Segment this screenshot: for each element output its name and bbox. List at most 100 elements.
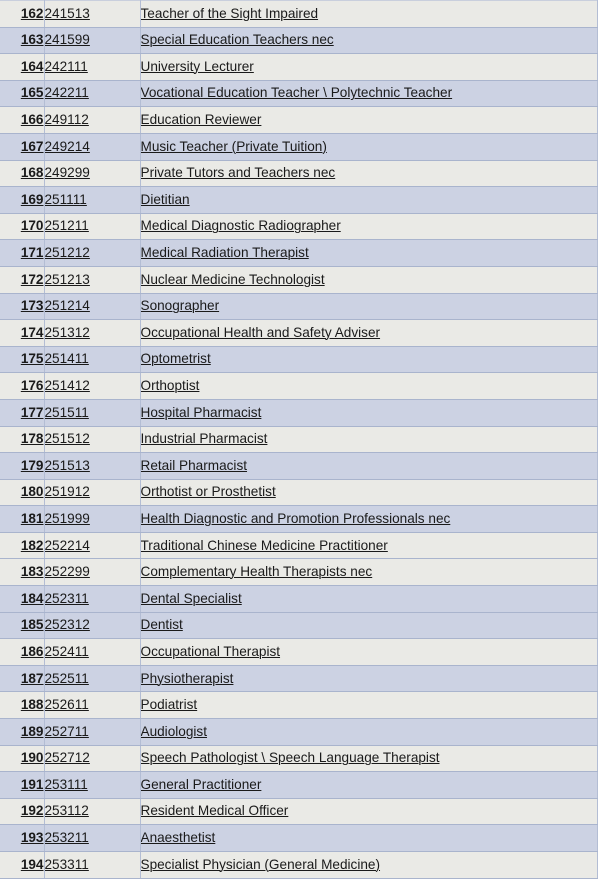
occupation-title-value: Orthotist or Prosthetist (140, 484, 276, 500)
occupation-code-cell: 251312 (44, 319, 141, 347)
table-row[interactable]: 175 251411 Optometrist (0, 346, 598, 374)
occupation-title-cell: Audiologist (140, 718, 598, 746)
occupation-code-cell: 251212 (44, 239, 141, 267)
table-row[interactable]: 183 252299 Complementary Health Therapists… (0, 558, 598, 587)
table-row[interactable]: 168 249299 Private Tutors and Teachers nec (0, 160, 598, 188)
occupation-title-value: Podiatrist (140, 697, 198, 713)
table-row[interactable]: 189 252711 Audiologist (0, 718, 598, 746)
table-row[interactable]: 163 241599 Special Education Teachers nec (0, 27, 598, 55)
occupation-title-cell: Vocational Education Teacher \ Polytechn… (140, 80, 598, 108)
row-index-cell: 172 (0, 266, 45, 294)
occupation-code-cell: 252711 (44, 718, 141, 746)
row-index-value: 188 (20, 697, 44, 713)
occupation-title-cell: Complementary Health Therapists nec (140, 558, 598, 587)
table-row[interactable]: 176 251412 Orthoptist (0, 372, 598, 400)
table-row[interactable]: 178 251512 Industrial Pharmacist (0, 426, 598, 454)
row-index-value: 187 (20, 670, 44, 686)
table-row[interactable]: 167 249214 Music Teacher (Private Tuition) (0, 133, 598, 161)
row-index-cell: 189 (0, 718, 45, 746)
occupation-code-cell: 252214 (44, 532, 141, 560)
occupation-code-value: 252214 (44, 537, 90, 553)
occupation-title-cell: Orthotist or Prosthetist (140, 479, 598, 507)
table-row[interactable]: 164 242111 University Lecturer (0, 53, 598, 81)
table-row[interactable]: 170 251211 Medical Diagnostic Radiographer (0, 213, 598, 241)
occupation-code-cell: 241513 (44, 0, 141, 28)
occupation-title-cell: Speech Pathologist \ Speech Language The… (140, 745, 598, 773)
row-index-value: 189 (20, 723, 44, 739)
table-row[interactable]: 171 251212 Medical Radiation Therapist (0, 239, 598, 267)
table-row[interactable]: 177 251511 Hospital Pharmacist (0, 399, 598, 427)
row-index-cell: 167 (0, 133, 45, 161)
table-row[interactable]: 182 252214 Traditional Chinese Medicine Pr… (0, 532, 598, 560)
table-row[interactable]: 191 253111 General Practitioner (0, 771, 598, 799)
occupation-code-cell: 251412 (44, 372, 141, 400)
table-row[interactable]: 187 252511 Physiotherapist (0, 665, 598, 693)
occupation-title-value: Dental Specialist (140, 590, 242, 606)
occupation-code-value: 252711 (44, 723, 89, 739)
table-row[interactable]: 169 251111 Dietitian (0, 186, 598, 214)
row-index-value: 164 (20, 58, 44, 74)
occupation-title-value: University Lecturer (140, 58, 254, 74)
table-row[interactable]: 179 251513 Retail Pharmacist (0, 452, 598, 480)
table-row[interactable]: 180 251912 Orthotist or Prosthetist (0, 479, 598, 507)
occupation-code-cell: 251213 (44, 266, 141, 294)
table-row[interactable]: 193 253211 Anaesthetist (0, 824, 598, 852)
occupation-title-value: Occupational Therapist (140, 643, 281, 659)
row-index-value: 172 (20, 271, 44, 287)
row-index-value: 182 (20, 537, 44, 553)
occupation-code-value: 251512 (44, 431, 90, 447)
row-index-cell: 166 (0, 106, 45, 134)
occupation-title-value: Sonographer (140, 298, 220, 314)
occupation-code-value: 251213 (44, 271, 90, 287)
occupation-title-cell: Physiotherapist (140, 665, 598, 693)
occupation-code-cell: 249214 (44, 133, 141, 161)
occupation-title-value: Medical Radiation Therapist (140, 245, 309, 260)
table-row[interactable]: 184 252311 Dental Specialist (0, 585, 598, 613)
occupation-title-cell: Occupational Therapist (140, 638, 598, 666)
occupation-title-cell: Music Teacher (Private Tuition) (140, 133, 598, 161)
table-row[interactable]: 188 252611 Podiatrist (0, 691, 598, 720)
occupation-code-cell: 251214 (44, 293, 141, 321)
occupation-title-value: Medical Diagnostic Radiographer (140, 218, 341, 234)
row-index-cell: 165 (0, 80, 45, 108)
table-row[interactable]: 166 249112 Education Reviewer (0, 106, 598, 134)
occupation-title-cell: Optometrist (140, 346, 598, 374)
table-row[interactable]: 173 251214 Sonographer (0, 293, 598, 321)
row-index-cell: 183 (0, 558, 45, 587)
occupation-table-container: 162 241513 Teacher of the Sight Impaired 16… (0, 0, 602, 879)
table-row[interactable]: 185 252312 Dentist (0, 612, 598, 640)
occupation-title-value: Orthoptist (140, 377, 200, 393)
row-index-value: 175 (20, 351, 44, 367)
row-index-value: 167 (20, 138, 44, 154)
row-index-cell: 193 (0, 824, 45, 852)
occupation-code-cell: 252299 (44, 558, 141, 587)
occupation-title-cell: Health Diagnostic and Promotion Professi… (140, 505, 598, 533)
table-row[interactable]: 186 252411 Occupational Therapist (0, 638, 598, 666)
row-index-cell: 181 (0, 505, 45, 533)
table-row[interactable]: 190 252712 Speech Pathologist \ Speech Lan… (0, 745, 598, 773)
table-row[interactable]: 162 241513 Teacher of the Sight Impaired (0, 0, 598, 28)
table-row[interactable]: 194 253311 Specialist Physician (General M… (0, 851, 598, 879)
row-index-cell: 194 (0, 851, 45, 879)
table-row[interactable]: 174 251312 Occupational Health and Safety … (0, 319, 598, 347)
occupation-code-value: 242211 (44, 85, 89, 101)
occupation-code-value: 251511 (44, 404, 89, 420)
table-row[interactable]: 172 251213 Nuclear Medicine Technologist (0, 266, 598, 294)
row-index-cell: 170 (0, 213, 45, 241)
occupation-title-value: Special Education Teachers nec (140, 32, 334, 48)
occupation-code-cell: 251411 (44, 346, 141, 374)
table-row[interactable]: 192 253112 Resident Medical Officer (0, 798, 598, 826)
occupation-code-cell: 251912 (44, 479, 141, 507)
occupation-title-cell: Industrial Pharmacist (140, 426, 598, 454)
occupation-title-value: Retail Pharmacist (140, 457, 248, 473)
row-index-value: 181 (20, 510, 44, 526)
table-row[interactable]: 181 251999 Health Diagnostic and Promotion… (0, 505, 598, 533)
row-index-value: 180 (20, 484, 44, 500)
occupation-title-value: Dentist (140, 617, 183, 633)
row-index-value: 184 (20, 590, 44, 606)
occupation-code-cell: 242211 (44, 80, 141, 108)
row-index-value: 165 (20, 85, 44, 101)
occupation-code-value: 251212 (44, 245, 90, 260)
table-row[interactable]: 165 242211 Vocational Education Teacher \ … (0, 80, 598, 108)
occupation-title-cell: Traditional Chinese Medicine Practitione… (140, 532, 598, 560)
